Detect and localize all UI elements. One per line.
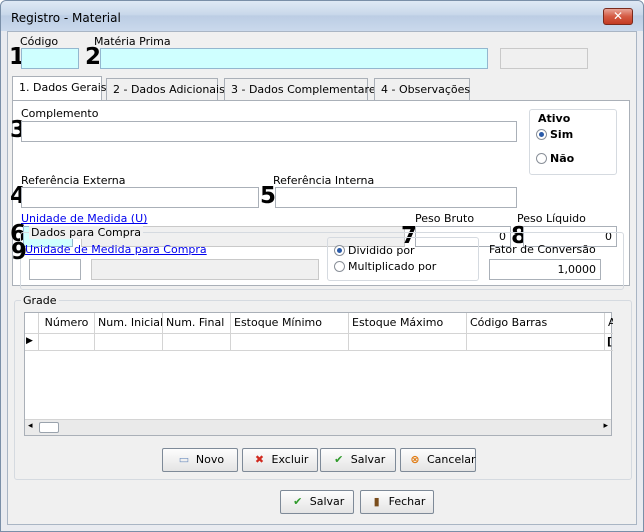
complemento-input[interactable] <box>21 121 517 142</box>
title-bar[interactable]: Registro - Material ✕ <box>1 1 643 31</box>
fator-conversao-label: Fator de Conversão <box>489 243 596 256</box>
callout-2: 2 <box>85 44 102 70</box>
column-header[interactable]: Estoque Mínimo <box>231 313 349 333</box>
fechar-button[interactable]: ▮ Fechar <box>360 490 434 514</box>
new-document-icon: ▭ <box>178 453 190 466</box>
referencia-externa-input[interactable] <box>21 187 259 208</box>
grade-header: Número Num. Inicial Num. Final Estoque M… <box>25 313 613 333</box>
checkmark-icon: ✔ <box>334 453 344 466</box>
registro-material-window: Registro - Material ✕ Código 1 Matéria P… <box>0 0 644 532</box>
checkmark-icon: ✔ <box>293 495 303 508</box>
column-header[interactable]: Número <box>39 313 95 333</box>
grade-table[interactable]: Número Num. Inicial Num. Final Estoque M… <box>24 312 613 436</box>
referencia-interna-input[interactable] <box>275 187 517 208</box>
radio-empty-icon <box>334 261 345 272</box>
codigo-label: Código <box>20 35 59 48</box>
peso-bruto-label: Peso Bruto <box>415 212 475 225</box>
form-body: Código 1 Matéria Prima 2 1. Dados Gerais… <box>7 31 637 525</box>
tab-dados-complementares[interactable]: 3 - Dados Complementares <box>224 78 381 100</box>
radio-empty-icon <box>536 153 547 164</box>
table-cell[interactable] <box>349 333 467 351</box>
fator-conversao-input[interactable]: 1,0000 <box>489 259 601 280</box>
complemento-label: Complemento <box>21 107 99 120</box>
window-title: Registro - Material <box>11 11 121 25</box>
salvar-grade-button[interactable]: ✔ Salvar <box>320 448 396 472</box>
referencia-externa-label: Referência Externa <box>21 174 126 187</box>
callout-5: 5 <box>260 183 277 209</box>
close-button[interactable]: ✕ <box>603 8 633 25</box>
scroll-left-icon[interactable]: ◂ <box>28 421 33 431</box>
materia-prima-input[interactable] <box>100 48 488 69</box>
scroll-thumb[interactable] <box>39 422 59 433</box>
column-header[interactable]: Num. Final <box>163 313 231 333</box>
materia-prima-label: Matéria Prima <box>94 35 171 48</box>
tab-dados-gerais[interactable]: 1. Dados Gerais <box>12 76 106 100</box>
current-row-icon: ▶ <box>25 333 39 351</box>
table-cell[interactable] <box>163 333 231 351</box>
table-cell[interactable] <box>95 333 163 351</box>
excluir-button[interactable]: ✖ Excluir <box>242 448 318 472</box>
row-selector-header <box>25 313 39 333</box>
close-icon: ✕ <box>612 9 624 23</box>
referencia-interna-label: Referência Interna <box>273 174 375 187</box>
dividido-por-radio[interactable]: Dividido por <box>334 244 415 257</box>
materia-prima-description <box>500 48 588 69</box>
column-header[interactable]: Código Barras <box>467 313 605 333</box>
unidade-medida-compra-link[interactable]: Unidade de Medida para Compra <box>25 243 207 256</box>
grade-legend: Grade <box>21 294 59 307</box>
table-cell[interactable] <box>467 333 605 351</box>
unidade-medida-link[interactable]: Unidade de Medida (U) <box>21 212 147 225</box>
unidade-medida-compra-description <box>91 259 319 280</box>
table-cell[interactable] <box>39 333 95 351</box>
dados-compra-group: Dados para Compra 9 Unidade de Medida pa… <box>11 226 624 290</box>
table-cell[interactable]: [ <box>605 333 613 351</box>
table-row[interactable]: ▶ [ <box>25 333 613 351</box>
delete-x-icon: ✖ <box>254 453 265 466</box>
cancel-circle-icon: ⊗ <box>410 453 420 466</box>
tab-dados-adicionais[interactable]: 2 - Dados Adicionais <box>106 78 225 100</box>
ativo-label: Ativo <box>538 112 571 125</box>
scroll-right-icon[interactable]: ▸ <box>603 421 608 431</box>
codigo-input[interactable] <box>21 48 79 69</box>
ativo-sim-radio[interactable]: Sim <box>536 128 573 141</box>
exit-door-icon: ▮ <box>373 495 380 508</box>
dados-compra-legend: Dados para Compra <box>29 226 144 239</box>
conversion-mode-group: Dividido por Multiplicado por <box>327 237 479 281</box>
column-header[interactable]: Estoque Máximo <box>349 313 467 333</box>
cancelar-button[interactable]: ⊗ Cancelar <box>400 448 476 472</box>
column-header[interactable]: Num. Inicial <box>95 313 163 333</box>
table-cell[interactable] <box>231 333 349 351</box>
unidade-medida-compra-input[interactable] <box>29 259 81 280</box>
novo-button[interactable]: ▭ Novo <box>162 448 238 472</box>
tab-observacoes[interactable]: 4 - Observações <box>374 78 470 100</box>
multiplicado-por-radio[interactable]: Multiplicado por <box>334 260 436 273</box>
column-header[interactable]: At <box>605 313 613 333</box>
ativo-nao-radio[interactable]: Não <box>536 152 574 165</box>
radio-selected-icon <box>536 129 547 140</box>
salvar-button[interactable]: ✔ Salvar <box>280 490 354 514</box>
peso-liquido-label: Peso Líquido <box>517 212 586 225</box>
grade-horizontal-scrollbar[interactable]: ◂ ▸ <box>25 419 611 435</box>
radio-selected-icon <box>334 245 345 256</box>
ativo-group: Ativo Sim Não <box>529 109 617 175</box>
